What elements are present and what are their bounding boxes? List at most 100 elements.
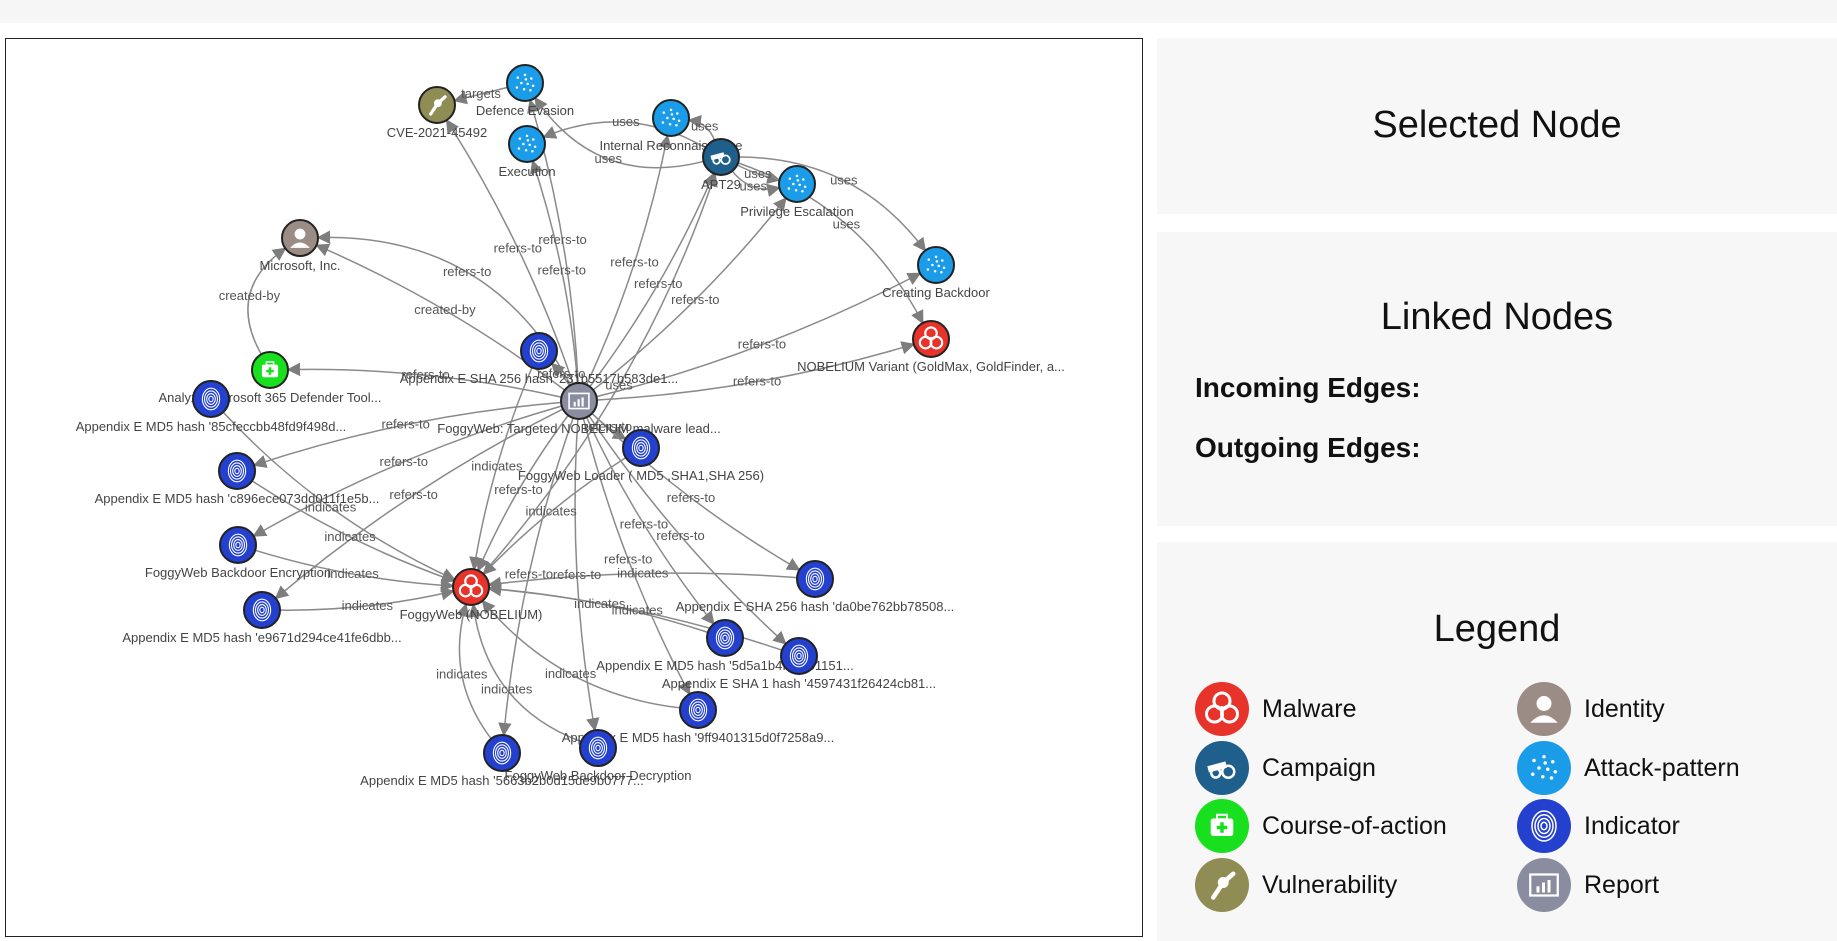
- edge-label: refers-to: [656, 528, 704, 543]
- edge-label: uses: [612, 114, 640, 129]
- node-label: Microsoft, Inc.: [260, 258, 341, 273]
- node-label: Analyze Microsoft 365 Defender Tool...: [158, 390, 381, 405]
- edge-label: indicates: [471, 459, 523, 474]
- legend-label: Course-of-action: [1262, 811, 1447, 840]
- node-creating-backdoor[interactable]: [917, 246, 955, 284]
- node-label: NOBELIUM Variant (GoldMax, GoldFinder, a…: [797, 359, 1065, 374]
- edge-label: indicates: [481, 681, 533, 696]
- node-label: Defence Evasion: [476, 103, 574, 118]
- edge-label: refers-to: [443, 264, 491, 279]
- legend-label: Malware: [1262, 694, 1357, 723]
- fingerprint-icon: [243, 591, 281, 629]
- node-defence-evasion[interactable]: [506, 64, 544, 102]
- node-label: Creating Backdoor: [882, 285, 990, 300]
- edge-label: refers-to: [494, 240, 542, 255]
- node-foggyweb[interactable]: [452, 568, 490, 606]
- node-analyze-365[interactable]: [251, 351, 289, 389]
- first-aid-kit-icon: [251, 351, 289, 389]
- edge-label: refers-to: [494, 482, 542, 497]
- edge-label: refers-to: [538, 232, 586, 247]
- node-cve[interactable]: [418, 86, 456, 124]
- node-microsoft[interactable]: [281, 219, 319, 257]
- legend-item-attack-pattern: Attack-pattern: [1517, 741, 1740, 795]
- fingerprint-icon: [483, 734, 521, 772]
- biohazard-icon: [912, 320, 950, 358]
- biohazard-icon: [452, 568, 490, 606]
- node-md5-5d5[interactable]: [706, 619, 744, 657]
- edge-label: refers-to: [733, 374, 781, 389]
- legend-item-malware: Malware: [1195, 682, 1356, 736]
- node-sha256-231[interactable]: [520, 332, 558, 370]
- node-internal-recon[interactable]: [652, 99, 690, 137]
- node-label: FoggyWeb: Targeted NOBELIUM malware lead…: [437, 421, 720, 436]
- legend-item-identity: Identity: [1517, 682, 1665, 736]
- node-sha256-da0[interactable]: [796, 560, 834, 598]
- node-md5-e96[interactable]: [243, 591, 281, 629]
- node-execution[interactable]: [508, 125, 546, 163]
- node-label: Execution: [498, 164, 555, 179]
- legend-label: Report: [1584, 870, 1660, 899]
- fingerprint-icon: [219, 526, 257, 564]
- incoming-edges-heading: Incoming Edges:: [1195, 372, 1421, 403]
- legend-title: Legend: [1433, 608, 1561, 650]
- edge-label: uses: [739, 179, 767, 194]
- edge-label: indicates: [617, 566, 669, 581]
- edge-label: refers-to: [610, 255, 658, 270]
- legend-label: Campaign: [1262, 753, 1376, 782]
- node-md5-85cf[interactable]: [192, 380, 230, 418]
- edge-label: indicates: [545, 666, 597, 681]
- edge-label: indicates: [324, 529, 376, 544]
- node-backdoor-dec[interactable]: [579, 729, 617, 767]
- edge-label: uses: [594, 151, 622, 166]
- report-chart-icon: [1517, 858, 1571, 912]
- fingerprint-icon: [706, 619, 744, 657]
- node-md5-c89[interactable]: [218, 452, 256, 490]
- edge-label: refers-to: [604, 551, 652, 566]
- person-icon: [281, 219, 319, 257]
- edge-label: created-by: [219, 288, 281, 303]
- first-aid-kit-icon: [1195, 799, 1249, 853]
- node-apt29[interactable]: [702, 138, 740, 176]
- node-label: FoggyWeb (NOBELIUM): [400, 607, 543, 622]
- edge-label: refers-to: [671, 292, 719, 307]
- graph-canvas[interactable]: uses targets uses uses uses uses uses uses creat…: [5, 38, 1143, 937]
- node-label: APT29: [701, 177, 741, 192]
- edge-label: targets: [461, 86, 501, 101]
- edge-label: indicates: [327, 566, 379, 581]
- node-md5-9ff[interactable]: [679, 691, 717, 729]
- node-priv-esc[interactable]: [778, 165, 816, 203]
- legend-panel: Legend Malware Identity Campaign Attack-pat…: [1157, 542, 1837, 941]
- node-label: CVE-2021-45492: [387, 125, 487, 140]
- selected-node-title: Selected Node: [1372, 104, 1622, 146]
- network-graph[interactable]: usestargetsuses usesusesuses usesusescreat…: [6, 39, 1142, 936]
- node-label: Appendix E SHA 1 hash '4597431f26424cb81…: [662, 676, 936, 691]
- edge-label: indicates: [525, 504, 577, 519]
- node-label: Appendix E MD5 hash 'e9671d294ce41fe6dbb…: [122, 630, 401, 645]
- node-md5-566[interactable]: [483, 734, 521, 772]
- edge-label: refers-to: [381, 417, 429, 432]
- fingerprint-icon: [1517, 799, 1571, 853]
- legend-item-course-of-action: Course-of-action: [1195, 799, 1447, 853]
- edge-label: refers-to: [553, 567, 601, 582]
- node-label: FoggyWeb Backdoor Decryption: [505, 768, 692, 783]
- edge-label: refers-to: [380, 454, 428, 469]
- node-backdoor-enc[interactable]: [219, 526, 257, 564]
- node-label: Appendix E SHA 256 hash '231b5517b583de1…: [400, 371, 679, 386]
- node-report[interactable]: [560, 382, 598, 420]
- legend-label: Vulnerability: [1262, 870, 1398, 899]
- edge-label: indicates: [436, 667, 488, 682]
- legend-label: Indicator: [1584, 811, 1680, 840]
- edge-label: created-by: [414, 302, 476, 317]
- dots-pattern-icon: [1517, 741, 1571, 795]
- fingerprint-icon: [622, 429, 660, 467]
- fingerprint-icon: [796, 560, 834, 598]
- dots-pattern-icon: [506, 64, 544, 102]
- fingerprint-icon: [192, 380, 230, 418]
- node-loader[interactable]: [622, 429, 660, 467]
- node-label: Privilege Escalation: [740, 204, 853, 219]
- node-label: Appendix E MD5 hash 'c896ece073dd011f1e5…: [95, 491, 380, 506]
- report-chart-icon: [560, 382, 598, 420]
- node-sha1-459[interactable]: [780, 637, 818, 675]
- fingerprint-icon: [679, 691, 717, 729]
- node-nobelium-variant[interactable]: [912, 320, 950, 358]
